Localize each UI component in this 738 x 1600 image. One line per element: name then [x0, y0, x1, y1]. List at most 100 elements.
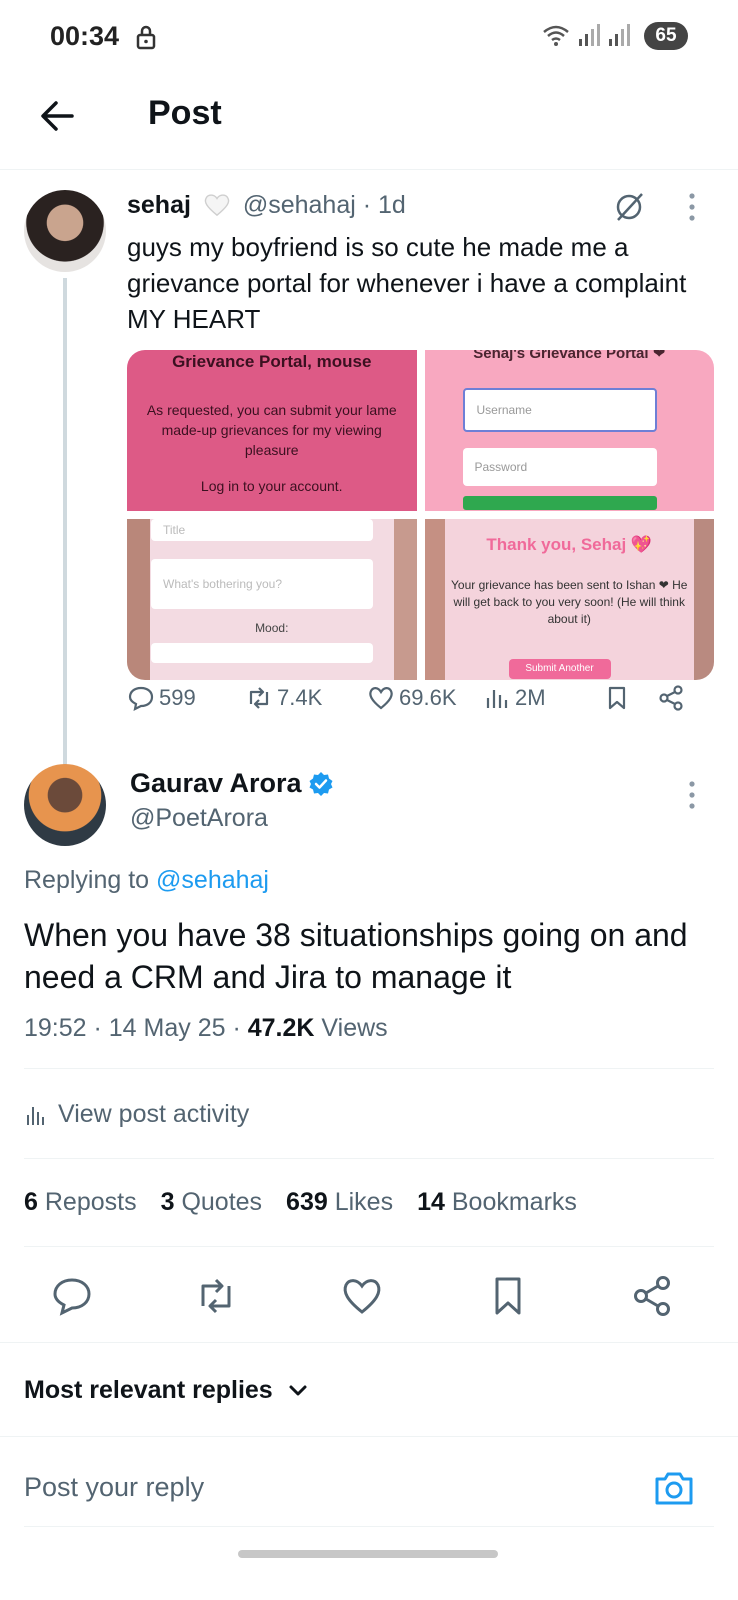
bookmark-button-2[interactable]: [486, 1274, 530, 1318]
white-heart-icon: [204, 194, 230, 217]
more-options-icon[interactable]: [686, 192, 698, 222]
like-count: 69.6K: [399, 685, 457, 710]
page-title: Post: [148, 94, 222, 132]
home-indicator[interactable]: [238, 1550, 498, 1558]
view-post-activity[interactable]: View post activity: [24, 1100, 249, 1129]
reply-icon: [128, 686, 154, 711]
wifi-icon: [543, 25, 569, 46]
like-icon: [369, 687, 393, 710]
share-icon: [659, 685, 683, 711]
thread-line: [63, 278, 67, 774]
replies-sort-label: Most relevant replies: [24, 1376, 273, 1404]
avatar-sehaj[interactable]: [24, 190, 106, 272]
media1-body: As requested, you can submit your lame m…: [146, 402, 397, 458]
divider: [24, 1246, 714, 1247]
media1-login: Log in to your account.: [200, 478, 343, 494]
chevron-down-icon: [289, 1385, 307, 1395]
lock-icon: [136, 25, 156, 50]
media3-mood-label: Mood:: [255, 621, 289, 635]
reply-timestamp: 19:52 · 14 May 25 ·: [24, 1014, 241, 1042]
reply-post-meta: 19:52 · 14 May 25 · 47.2K Views: [24, 1014, 388, 1043]
media-image-3[interactable]: Title What's bothering you? Mood:: [127, 519, 417, 680]
likes-link[interactable]: 639 Likes: [286, 1188, 393, 1217]
post-action-bar: [0, 1270, 738, 1324]
verified-badge-icon: [309, 771, 333, 796]
divider: [24, 1526, 714, 1527]
bookmark-icon: [608, 686, 626, 710]
reply-views-count: 47.2K: [247, 1014, 315, 1042]
back-arrow-icon[interactable]: [36, 94, 80, 138]
top-header: Post: [0, 72, 738, 170]
replying-to-prefix: Replying to: [24, 866, 150, 894]
engagement-counts: 6 Reposts 3 Quotes 639 Likes 14 Bookmark…: [24, 1188, 577, 1217]
reply-author-name[interactable]: Gaurav Arora: [130, 768, 302, 799]
divider: [24, 1158, 714, 1159]
share-icon: [634, 1276, 670, 1316]
status-time: 00:34: [50, 21, 120, 51]
bookmarks-link[interactable]: 14 Bookmarks: [417, 1188, 577, 1217]
original-post-header: sehaj @sehahaj · 1d: [127, 191, 406, 220]
camera-icon[interactable]: [652, 1466, 696, 1510]
replying-to-mention[interactable]: @sehahaj: [156, 866, 269, 894]
status-bar: 00:34 65: [0, 0, 738, 72]
media3-title-field: Title: [151, 519, 373, 541]
author-handle[interactable]: @sehahaj: [243, 191, 356, 219]
media4-body: Your grievance has been sent to Ishan ❤ …: [451, 578, 688, 626]
signal-icon-1: [579, 24, 600, 46]
avatar-gaurav[interactable]: [24, 764, 106, 846]
reply-input[interactable]: Post your reply: [24, 1472, 204, 1503]
battery-level: 65: [655, 25, 677, 46]
media2-login-button: [462, 496, 657, 510]
view-post-activity-label: View post activity: [58, 1100, 250, 1128]
battery-indicator: 65: [644, 22, 688, 50]
share-button-2[interactable]: [630, 1274, 674, 1318]
media2-password: Password: [462, 448, 657, 486]
analytics-icon: [27, 1106, 44, 1125]
media2-username: Username: [462, 388, 657, 432]
post-media-grid[interactable]: Grievance Portal, mouse As requested, yo…: [127, 350, 714, 680]
reply-post-text: When you have 38 situationships going on…: [24, 917, 688, 995]
media3-mood-select: [151, 643, 373, 663]
reply-stat[interactable]: 599: [127, 684, 196, 712]
like-button[interactable]: [340, 1274, 384, 1318]
media-image-4[interactable]: Thank you, Sehaj 💖 Your grievance has be…: [424, 519, 714, 680]
divider: [24, 1068, 714, 1069]
network-icons: [542, 22, 630, 48]
media1-title: Grievance Portal, mouse: [172, 352, 372, 371]
media4-button: Submit Another: [508, 659, 611, 679]
post-age: · 1d: [362, 191, 406, 219]
repost-stat[interactable]: 7.4K: [245, 684, 322, 712]
replying-to: Replying to @sehahaj: [24, 866, 269, 895]
replies-sort-dropdown[interactable]: Most relevant replies: [24, 1376, 309, 1405]
media2-title: Sehaj's Grievance Portal ❤: [473, 350, 666, 362]
media3-what-field: What's bothering you?: [151, 559, 373, 609]
reply-button[interactable]: [50, 1274, 94, 1318]
media4-title: Thank you, Sehaj 💖: [486, 535, 653, 554]
reposts-link[interactable]: 6 Reposts: [24, 1188, 137, 1217]
signal-icon-2: [609, 24, 630, 46]
divider: [0, 1342, 738, 1343]
repost-icon: [249, 687, 269, 709]
views-stat[interactable]: 2M: [483, 684, 546, 712]
reply-author-handle[interactable]: @PoetArora: [130, 804, 268, 833]
media-image-1[interactable]: Grievance Portal, mouse As requested, yo…: [127, 350, 417, 511]
quotes-link[interactable]: 3 Quotes: [161, 1188, 262, 1217]
like-icon: [343, 1279, 381, 1314]
repost-count: 7.4K: [277, 685, 323, 710]
more-options-icon-2[interactable]: [686, 780, 698, 810]
author-name[interactable]: sehaj: [127, 191, 191, 219]
share-button[interactable]: [657, 684, 685, 712]
views-icon: [486, 690, 508, 708]
bookmark-icon: [495, 1277, 521, 1315]
grok-icon[interactable]: [612, 190, 646, 224]
divider: [0, 1436, 738, 1437]
repost-button[interactable]: [194, 1274, 238, 1318]
original-post-stats: 599 7.4K 69.6K 2M: [127, 684, 687, 724]
reply-author-name-row[interactable]: Gaurav Arora: [130, 768, 334, 799]
media-image-2[interactable]: Sehaj's Grievance Portal ❤ Username Pass…: [424, 350, 714, 511]
reply-views-label: Views: [321, 1014, 388, 1042]
original-post-text: guys my boyfriend is so cute he made me …: [127, 232, 687, 334]
bookmark-button[interactable]: [603, 684, 631, 712]
views-count: 2M: [515, 685, 546, 710]
like-stat[interactable]: 69.6K: [367, 684, 457, 712]
